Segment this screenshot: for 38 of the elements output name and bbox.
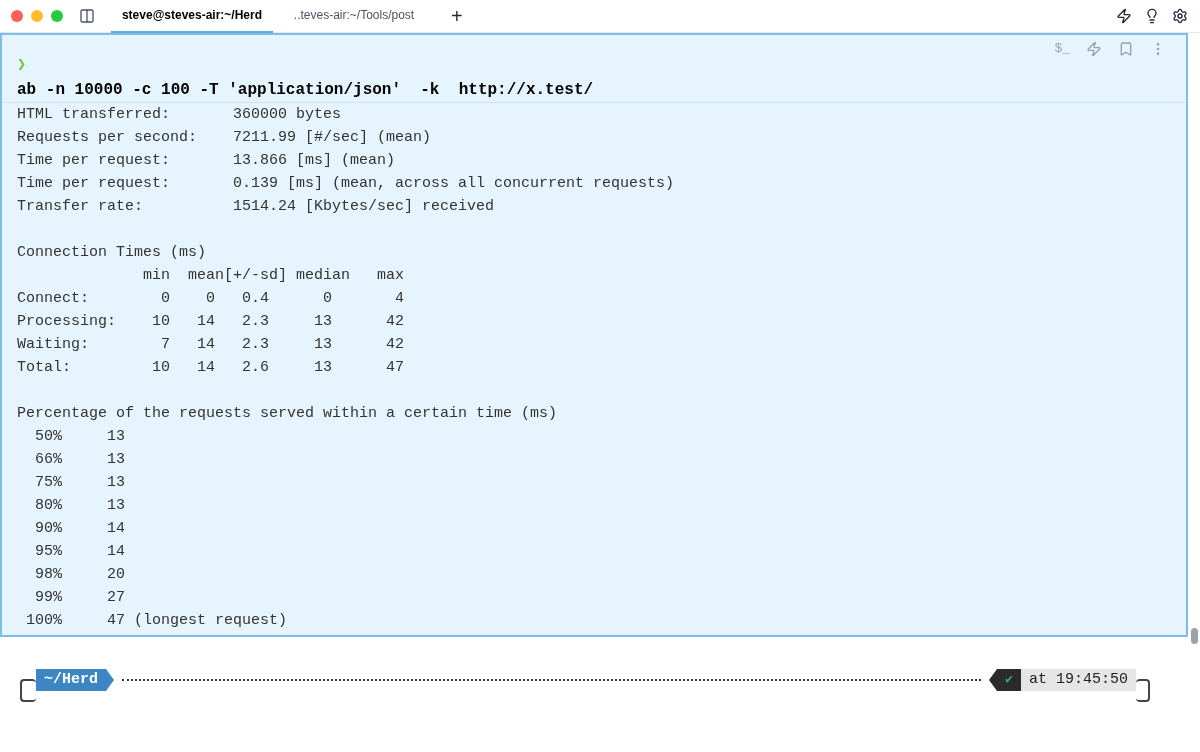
output-line: 99% 27 xyxy=(34,588,126,608)
output-line: Waiting: 7 14 2.3 13 42 xyxy=(17,335,405,355)
output-line: Transfer rate: 1514.24 [Kbytes/sec] received xyxy=(17,197,495,217)
output-line: 66% 13 xyxy=(34,450,126,470)
tab[interactable]: ..teves-air:~/Tools/post xyxy=(273,0,435,33)
lightning-icon[interactable] xyxy=(1116,8,1132,24)
output-line: 100% 47 (longest request) xyxy=(25,611,288,631)
output-line: 75% 13 xyxy=(34,473,126,493)
output-line: Time per request: 0.139 [ms] (mean, across all concurrent requests) xyxy=(17,174,675,194)
maximize-window-button[interactable] xyxy=(51,10,63,22)
settings-icon[interactable] xyxy=(1172,8,1188,24)
output-line: 95% 14 xyxy=(34,542,126,562)
close-window-button[interactable] xyxy=(11,10,23,22)
arrow-icon xyxy=(106,668,114,691)
output-line: Connect: 0 0 0.4 0 4 xyxy=(17,289,405,309)
lightbulb-icon[interactable] xyxy=(1144,8,1160,24)
scrollbar-thumb[interactable] xyxy=(1190,628,1198,644)
output-line: Time per request: 13.866 [ms] (mean) xyxy=(17,151,396,171)
minimize-window-button[interactable] xyxy=(31,10,43,22)
output-line: 90% 14 xyxy=(34,519,126,539)
output-line: Requests per second: 7211.99 [#/sec] (mean) xyxy=(17,128,432,148)
time-label: at 19:45:50 xyxy=(1020,668,1136,691)
output-line: 50% 13 xyxy=(34,427,126,447)
arrow-icon xyxy=(989,668,998,691)
output-line: Total: 10 14 2.6 13 47 xyxy=(17,358,405,378)
sidebar-icon[interactable] xyxy=(79,8,95,24)
output-line: 80% 13 xyxy=(34,496,126,516)
output-line: Processing: 10 14 2.3 13 42 xyxy=(17,312,405,332)
output-line: 98% 20 xyxy=(34,565,126,585)
output-line: Connection Times (ms) xyxy=(17,243,207,263)
command-text: ab -n 10000 -c 100 -T 'application/json' -k http://x.test/ xyxy=(16,80,594,100)
output-line: Percentage of the requests served within a certain time (ms) xyxy=(17,404,558,424)
bracket-drawing xyxy=(1136,679,1150,702)
prompt-symbol: ❯ xyxy=(16,57,27,75)
new-tab-button[interactable]: + xyxy=(451,6,463,26)
output-line: HTML transferred: 360000 bytes xyxy=(17,105,342,125)
bookmark-icon[interactable] xyxy=(1118,41,1134,57)
output-line: min mean[+/-sd] median max xyxy=(142,266,405,286)
